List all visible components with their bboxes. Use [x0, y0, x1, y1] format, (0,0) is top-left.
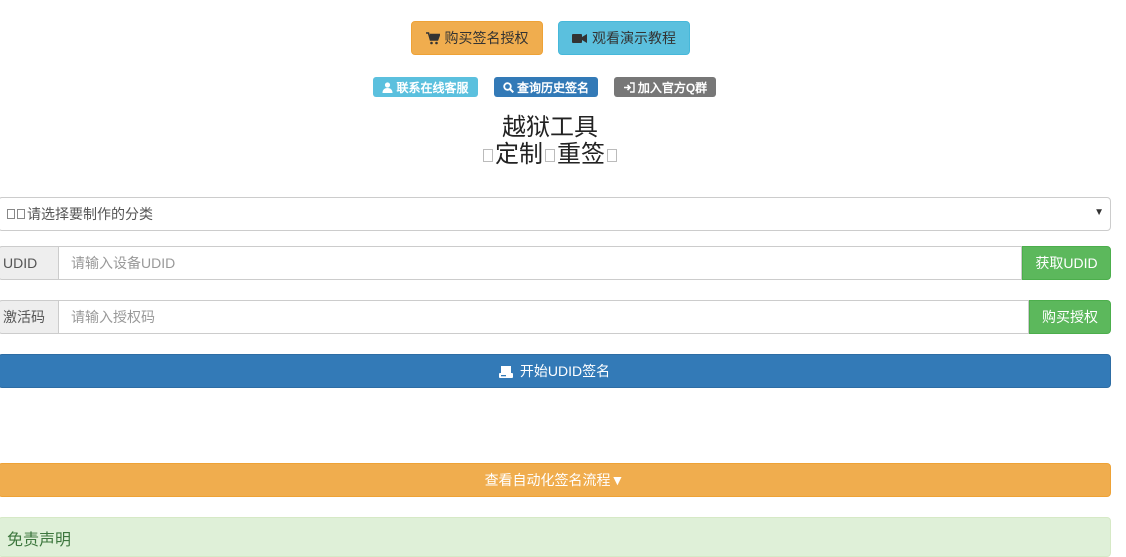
- missing-glyph: [545, 149, 555, 163]
- user-icon: [382, 81, 393, 93]
- join-qq-group-label: 加入官方Q群: [637, 80, 708, 95]
- udid-input-placeholder: 请输入设备UDID: [71, 255, 176, 271]
- view-signing-flow-label: 查看自动化签名流程▼: [484, 472, 625, 488]
- dropdown-arrow-icon: ▼: [1094, 207, 1104, 218]
- activation-code-input[interactable]: 请输入授权码: [59, 300, 1029, 334]
- watch-tutorial-button[interactable]: 观看演示教程: [558, 21, 690, 55]
- query-history-label: 查询历史签名: [516, 80, 589, 95]
- subtitle-part-resign: 重签: [557, 141, 605, 168]
- cart-icon: [425, 31, 440, 44]
- buy-signature-button[interactable]: 购买签名授权: [411, 21, 543, 55]
- buy-license-button[interactable]: 购买授权: [1029, 300, 1111, 334]
- activation-code-label: 激活码: [0, 300, 59, 334]
- start-udid-sign-button[interactable]: 开始UDID签名: [0, 354, 1111, 388]
- page-subtitle: 定制 重签: [0, 142, 1100, 168]
- get-udid-button[interactable]: 获取UDID: [1022, 246, 1111, 280]
- missing-glyph: [17, 209, 25, 219]
- activation-code-placeholder: 请输入授权码: [71, 309, 155, 325]
- buy-signature-label: 购买签名授权: [444, 30, 529, 46]
- sign-in-icon: [623, 81, 635, 93]
- udid-input[interactable]: 请输入设备UDID: [59, 246, 1022, 280]
- disclaimer-title: 免责声明: [7, 532, 72, 549]
- contact-support-label: 联系在线客服: [396, 80, 469, 95]
- query-history-badge[interactable]: 查询历史签名: [494, 77, 598, 97]
- category-select-value: 请选择要制作的分类: [27, 206, 153, 222]
- contact-support-badge[interactable]: 联系在线客服: [373, 77, 478, 97]
- view-signing-flow-button[interactable]: 查看自动化签名流程▼: [0, 463, 1111, 497]
- missing-glyph: [607, 149, 617, 163]
- video-camera-icon: [572, 33, 587, 43]
- udid-label: UDID: [0, 246, 59, 280]
- search-icon: [503, 81, 514, 93]
- join-qq-group-badge[interactable]: 加入官方Q群: [614, 77, 716, 97]
- missing-glyph: [7, 209, 15, 219]
- disclaimer-panel: 免责声明: [0, 517, 1111, 557]
- missing-glyph: [483, 149, 493, 163]
- watch-tutorial-label: 观看演示教程: [592, 30, 676, 46]
- drive-icon: [498, 365, 513, 378]
- subtitle-part-custom: 定制: [495, 141, 543, 168]
- start-udid-sign-label: 开始UDID签名: [519, 363, 611, 379]
- page-title: 越狱工具: [502, 114, 598, 141]
- category-select[interactable]: 请选择要制作的分类 ▼: [0, 197, 1111, 231]
